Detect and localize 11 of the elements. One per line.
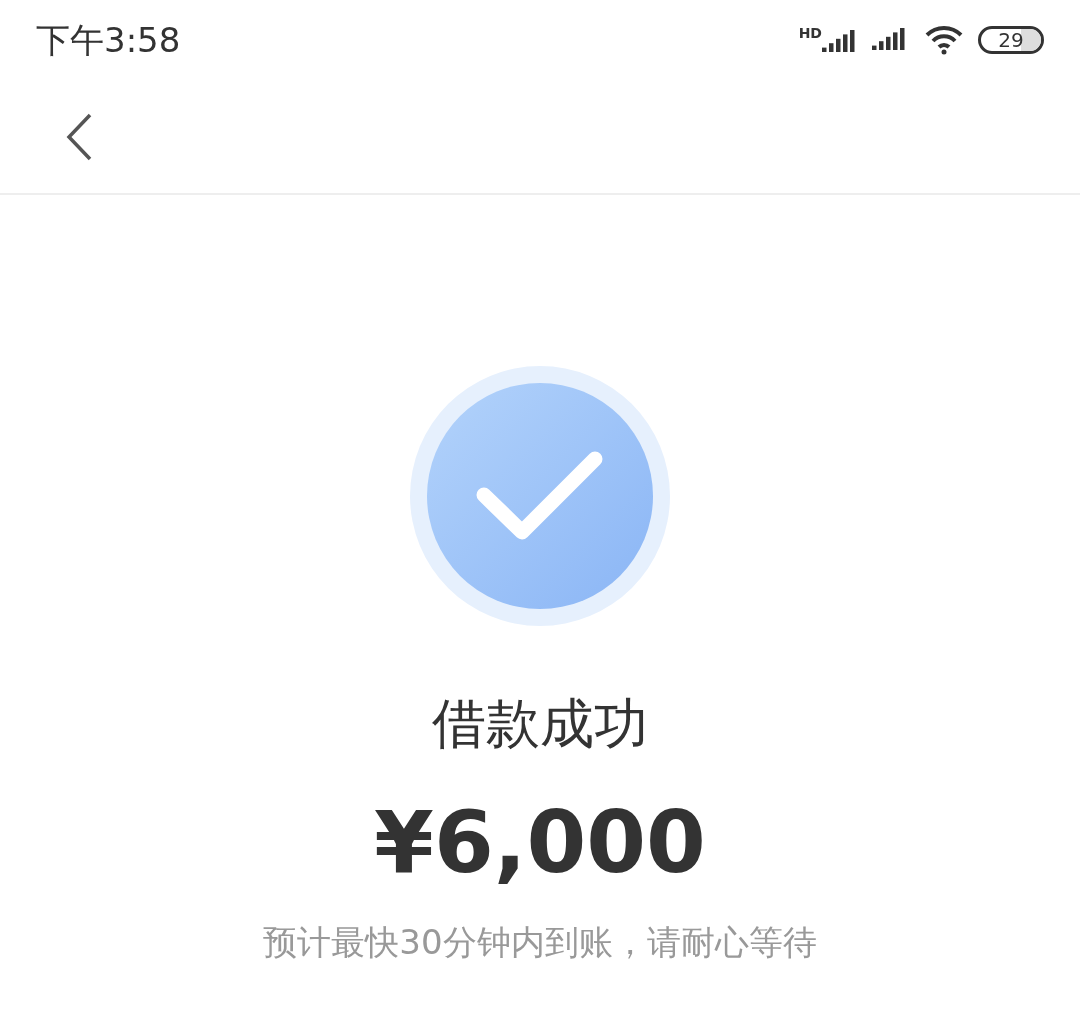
back-icon — [64, 111, 94, 162]
wifi-icon — [924, 25, 964, 55]
network-label: HD — [798, 26, 822, 40]
battery-fill — [1021, 29, 1041, 51]
success-check-icon — [409, 365, 671, 627]
status-time: 下午3:58 — [36, 18, 181, 62]
signal-icon — [822, 30, 856, 54]
arrival-note: 预计最快30分钟内到账，请耐心等待 — [263, 925, 817, 959]
result-title: 借款成功 — [432, 697, 648, 751]
loan-amount: ¥6,000 — [374, 799, 706, 885]
battery-level: 29 — [998, 30, 1024, 50]
